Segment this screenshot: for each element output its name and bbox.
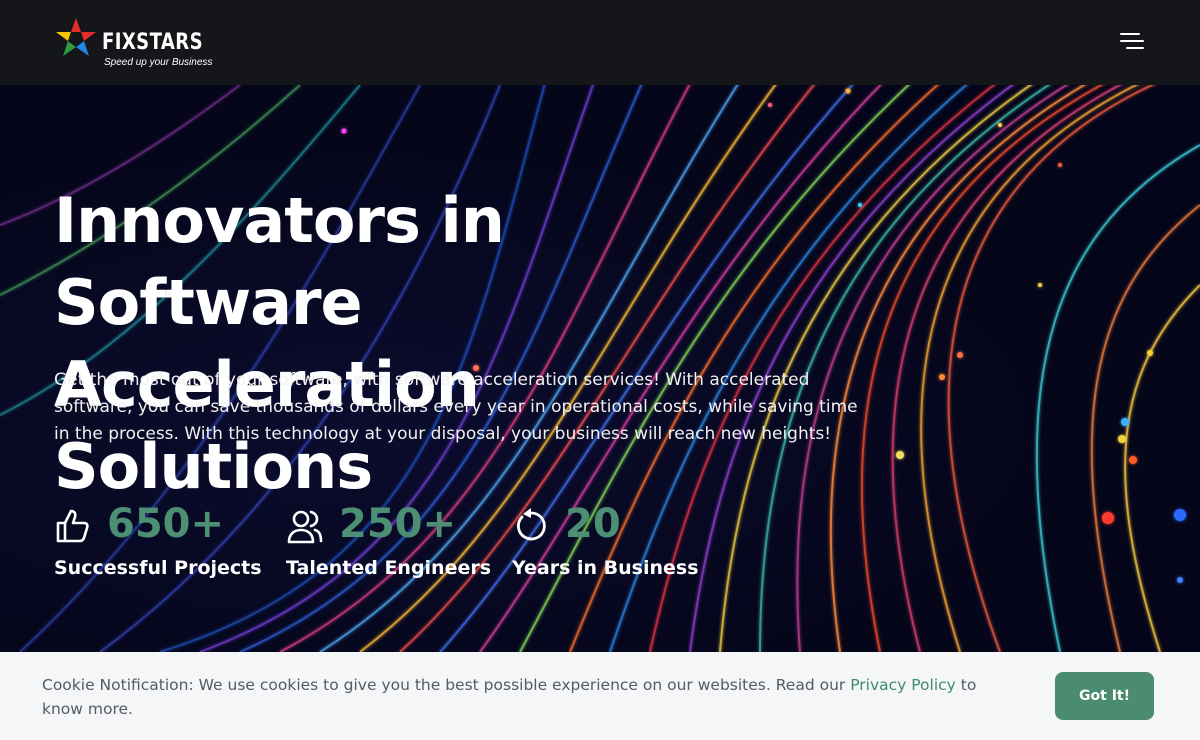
star-logo-icon (56, 18, 96, 56)
cookie-banner: Cookie Notification: We use cookies to g… (0, 652, 1200, 740)
hero-description: Get the most out of your software, with … (54, 370, 858, 444)
brand-name: FIXSTARS (102, 30, 203, 55)
fixstars-logo[interactable]: FIXSTARS Speed up your Business (54, 16, 214, 72)
hero-headline: Innovators in Software Acceleration Solu… (54, 180, 814, 508)
stat-value: 650+ (107, 501, 225, 547)
headline-line-1: Innovators in Software (54, 184, 505, 339)
stat-value: 20 (565, 501, 621, 547)
stat-value: 250+ (339, 501, 457, 547)
got-it-button[interactable]: Got It! (1055, 672, 1154, 720)
hero-section: Innovators in Software Acceleration Solu… (0, 85, 1200, 652)
cookie-text-before: Cookie Notification: We use cookies to g… (42, 676, 851, 694)
users-icon (287, 510, 323, 544)
brand-tagline: Speed up your Business (104, 57, 213, 68)
thumbs-up-icon (56, 509, 89, 543)
stat-label: Talented Engineers (286, 557, 492, 579)
rotate-icon (517, 508, 546, 541)
site-header: FIXSTARS Speed up your Business (0, 0, 1200, 85)
cookie-message: Cookie Notification: We use cookies to g… (42, 673, 1022, 721)
stat-label: Years in Business (512, 557, 699, 579)
stat-label: Successful Projects (54, 557, 262, 579)
hamburger-menu-icon[interactable] (1116, 30, 1148, 54)
privacy-policy-link[interactable]: Privacy Policy (850, 676, 956, 694)
